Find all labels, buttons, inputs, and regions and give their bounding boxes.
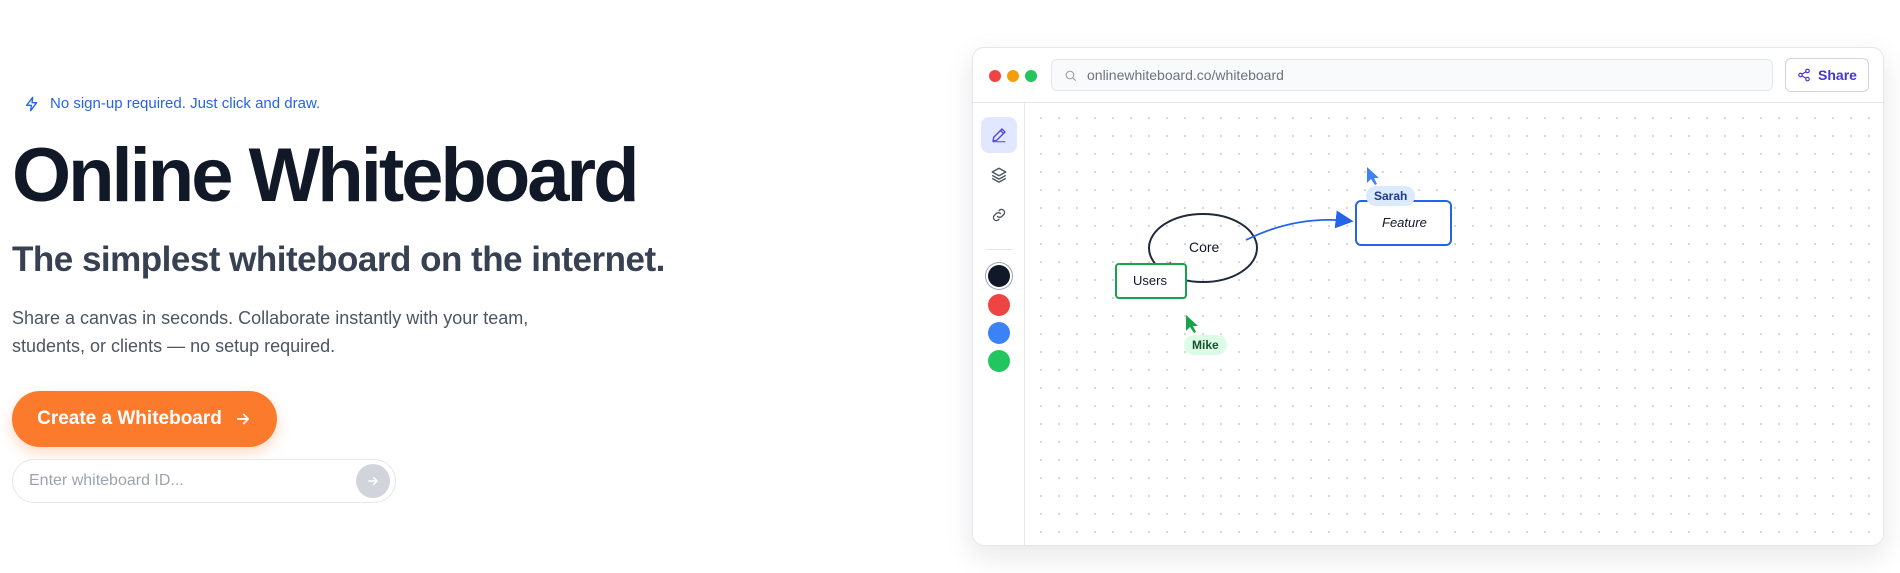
tool-pen[interactable]	[981, 117, 1017, 153]
cursor-mike-icon	[1186, 315, 1198, 333]
whiteboard-preview-window: onlinewhiteboard.co/whiteboard Share Cor…	[972, 47, 1884, 546]
board-drawing	[1115, 167, 1452, 333]
hero-section: No sign-up required. Just click and draw…	[12, 0, 912, 573]
tool-link[interactable]	[981, 197, 1017, 233]
toolbar-divider	[985, 249, 1013, 250]
shape-label-core: Core	[1189, 239, 1220, 255]
create-whiteboard-label: Create a Whiteboard	[37, 408, 222, 429]
cursor-label-mike: Mike	[1184, 335, 1227, 355]
address-bar: onlinewhiteboard.co/whiteboard	[1051, 59, 1773, 91]
shape-label-feature: Feature	[1382, 215, 1427, 230]
whiteboard-id-field	[12, 459, 396, 503]
color-swatch-green[interactable]	[988, 350, 1010, 372]
share-label: Share	[1818, 67, 1857, 83]
pen-icon	[992, 128, 1006, 143]
lightning-icon	[26, 96, 38, 111]
window-close-dot	[989, 70, 1001, 82]
arrow-right-icon	[368, 476, 378, 486]
color-swatch-black[interactable]	[988, 265, 1010, 287]
tool-sidebar	[973, 103, 1025, 545]
share-button[interactable]: Share	[1785, 58, 1869, 92]
search-icon	[1065, 70, 1076, 81]
tagline: No sign-up required. Just click and draw…	[24, 95, 320, 112]
color-swatch-red[interactable]	[988, 294, 1010, 316]
create-whiteboard-button[interactable]: Create a Whiteboard	[12, 391, 277, 447]
page-title: Online Whiteboard	[12, 133, 640, 218]
address-url: onlinewhiteboard.co/whiteboard	[1087, 67, 1284, 83]
link-icon	[992, 208, 1006, 222]
share-icon	[1798, 68, 1810, 82]
shape-label-users: Users	[1133, 273, 1167, 288]
page-subtitle: The simplest whiteboard on the internet.	[12, 240, 665, 279]
window-minimize-dot	[1007, 70, 1019, 82]
window-titlebar: onlinewhiteboard.co/whiteboard Share	[973, 48, 1883, 103]
join-whiteboard-button[interactable]	[356, 464, 390, 498]
cursor-sarah-icon	[1367, 167, 1379, 185]
cursor-label-sarah: Sarah	[1366, 186, 1416, 206]
layers-icon	[991, 167, 1007, 183]
arrow-right-icon	[236, 413, 249, 425]
connector-core-feature	[1245, 210, 1354, 241]
color-swatch-blue[interactable]	[988, 322, 1010, 344]
window-maximize-dot	[1025, 70, 1037, 82]
whiteboard-id-input[interactable]	[29, 472, 356, 490]
tagline-text: No sign-up required. Just click and draw…	[50, 95, 321, 112]
whiteboard-canvas[interactable]: Core Users Feature Sarah Mike	[1026, 103, 1883, 545]
tool-layers[interactable]	[981, 157, 1017, 193]
page-description: Share a canvas in seconds. Collaborate i…	[12, 308, 529, 356]
